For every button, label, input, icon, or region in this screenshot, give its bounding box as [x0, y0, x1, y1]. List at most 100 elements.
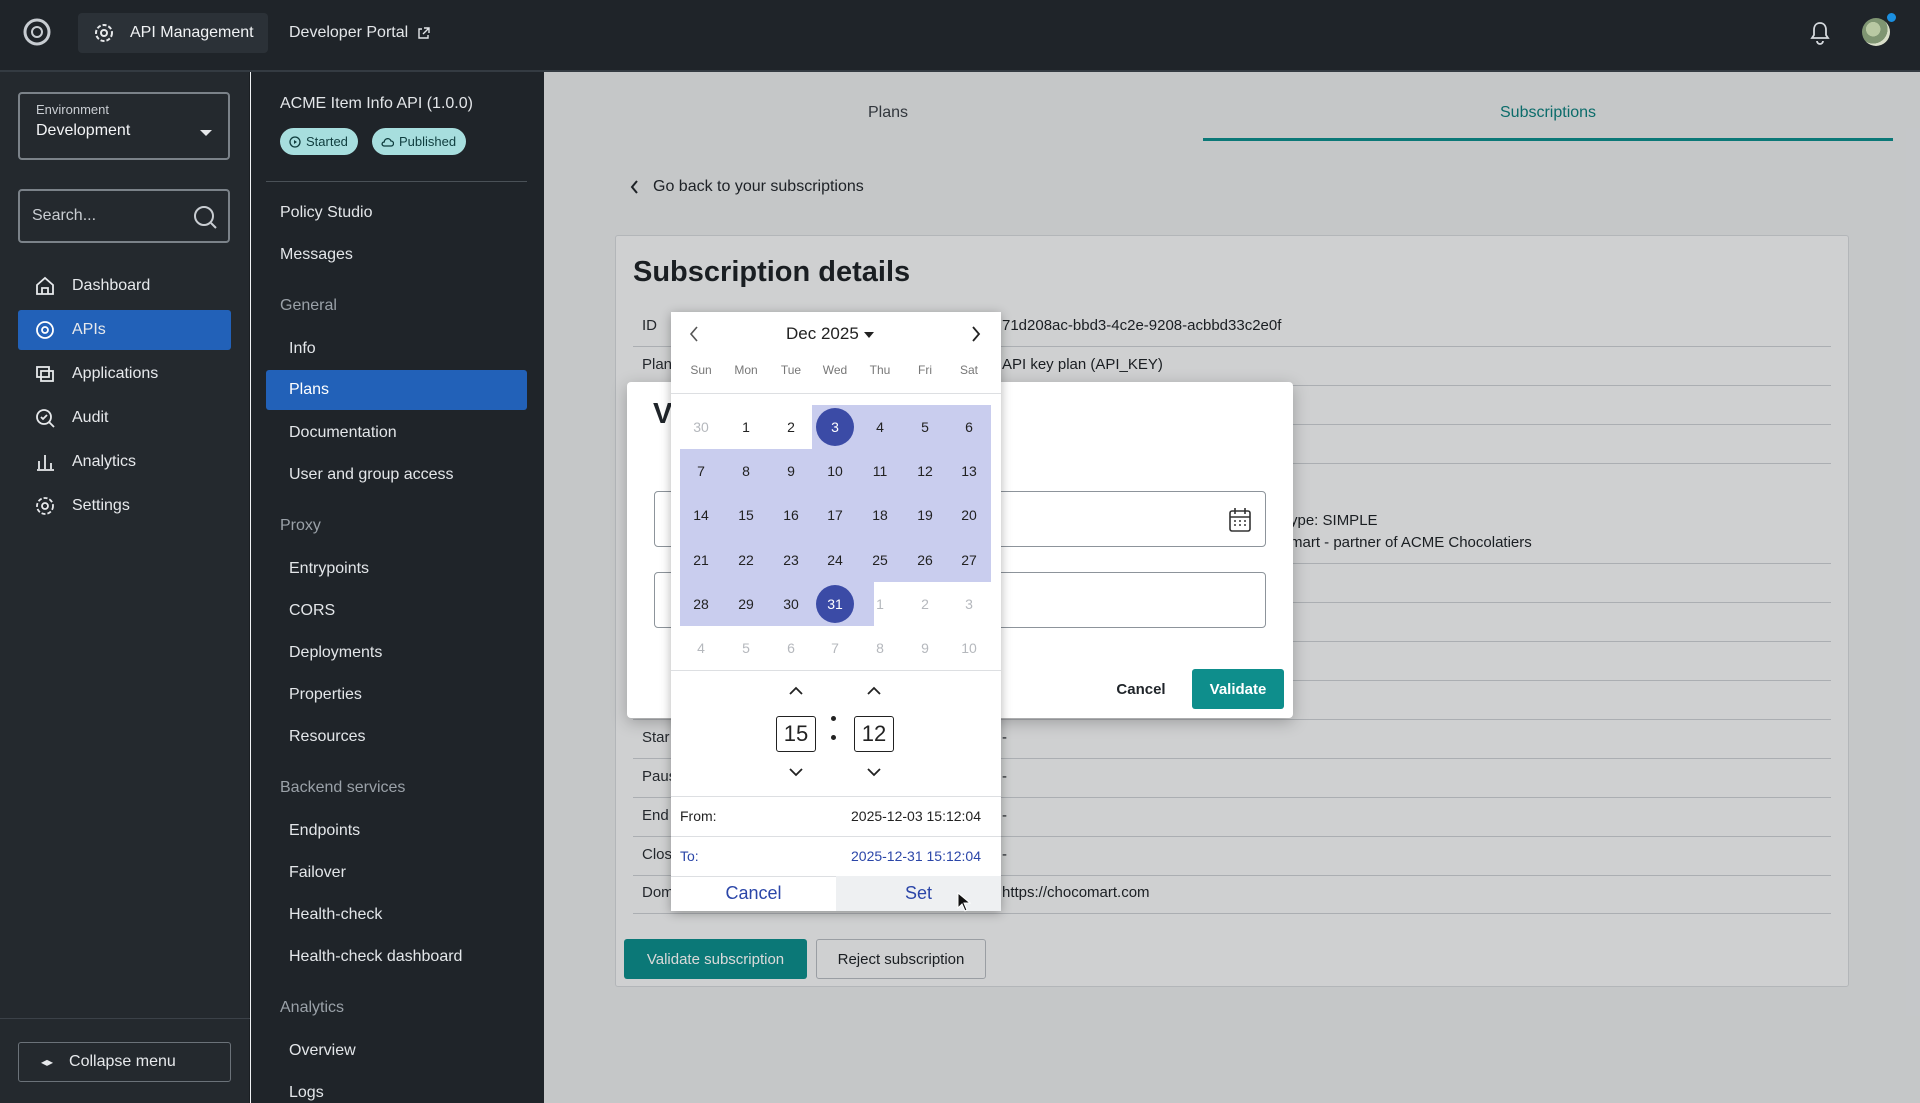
nav-cors[interactable]: CORS [266, 591, 527, 631]
calendar-day[interactable]: 27 [947, 538, 991, 582]
calendar-day[interactable]: 9 [769, 449, 813, 493]
nav-health-check[interactable]: Health-check [266, 895, 527, 935]
nav-health-check-dashboard[interactable]: Health-check dashboard [266, 937, 527, 977]
calendar-day[interactable]: 2 [903, 582, 947, 626]
nav-resources[interactable]: Resources [266, 717, 527, 757]
calendar-day[interactable]: 6 [769, 626, 813, 670]
calendar-day[interactable]: 21 [679, 538, 723, 582]
nav-info[interactable]: Info [266, 329, 527, 369]
nav-documentation[interactable]: Documentation [266, 413, 527, 453]
notifications-bell-icon[interactable] [1808, 20, 1832, 46]
chevron-left-icon[interactable] [689, 326, 699, 342]
calendar-day[interactable]: 24 [813, 538, 857, 582]
play-circle-icon [289, 135, 301, 148]
weekday-label: Tue [780, 363, 802, 377]
calendar-day[interactable]: 2 [769, 405, 813, 449]
calendar-day[interactable]: 17 [813, 493, 857, 537]
hour-input[interactable]: 15 [776, 716, 816, 752]
calendar-day[interactable]: 15 [724, 493, 768, 537]
dialog-cancel-button[interactable]: Cancel [1101, 669, 1181, 709]
calendar-day[interactable]: 19 [903, 493, 947, 537]
app-logo-icon[interactable] [20, 15, 54, 49]
calendar-day[interactable]: 20 [947, 493, 991, 537]
chevron-right-icon[interactable] [971, 326, 981, 342]
calendar-day[interactable]: 7 [679, 449, 723, 493]
collapse-icon: ◂▸ [41, 1055, 54, 1069]
from-label: From: [680, 808, 717, 824]
minute-up-chevron-icon[interactable] [866, 686, 882, 696]
calendar-day[interactable]: 25 [858, 538, 902, 582]
sidebar-item-settings[interactable]: Settings [18, 486, 231, 526]
app-switcher[interactable]: API Management [78, 13, 268, 53]
calendar-day[interactable]: 11 [858, 449, 902, 493]
nav-plans[interactable]: Plans [266, 370, 527, 410]
to-label: To: [680, 848, 699, 864]
environment-select[interactable]: Environment Development [18, 92, 230, 160]
calendar-day[interactable]: 13 [947, 449, 991, 493]
api-title: ACME Item Info API (1.0.0) [280, 95, 473, 112]
calendar-day[interactable]: 9 [903, 626, 947, 670]
picker-divider [671, 393, 1001, 394]
gear-icon [36, 497, 54, 515]
calendar-day[interactable]: 26 [903, 538, 947, 582]
nav-messages[interactable]: Messages [266, 235, 527, 275]
calendar-day[interactable]: 1 [858, 582, 902, 626]
hour-down-chevron-icon[interactable] [788, 767, 804, 777]
calendar-day[interactable]: 22 [724, 538, 768, 582]
analytics-icon [37, 455, 54, 471]
calendar-day[interactable]: 18 [858, 493, 902, 537]
calendar-day[interactable]: 8 [724, 449, 768, 493]
sidebar-item-dashboard[interactable]: Dashboard [18, 266, 231, 306]
calendar-day[interactable]: 29 [724, 582, 768, 626]
calendar-day[interactable]: 23 [769, 538, 813, 582]
nav-user-group-access[interactable]: User and group access [266, 455, 527, 495]
user-avatar[interactable] [1862, 18, 1890, 46]
calendar-day[interactable]: 1 [724, 405, 768, 449]
calendar-day[interactable]: 6 [947, 405, 991, 449]
calendar-day-selected[interactable]: 3 [816, 408, 854, 446]
minute-down-chevron-icon[interactable] [866, 767, 882, 777]
picker-set-button[interactable]: Set [836, 876, 1001, 911]
calendar-day[interactable]: 5 [903, 405, 947, 449]
sidebar-item-analytics[interactable]: Analytics [18, 442, 231, 482]
hour-up-chevron-icon[interactable] [788, 686, 804, 696]
calendar-day[interactable]: 10 [813, 449, 857, 493]
calendar-day[interactable]: 4 [858, 405, 902, 449]
calendar-day[interactable]: 4 [679, 626, 723, 670]
picker-divider [671, 836, 1001, 837]
calendar-day[interactable]: 30 [769, 582, 813, 626]
calendar-day[interactable]: 16 [769, 493, 813, 537]
calendar-day[interactable]: 3 [947, 582, 991, 626]
nav-deployments[interactable]: Deployments [266, 633, 527, 673]
calendar-day[interactable]: 30 [679, 405, 723, 449]
calendar-day[interactable]: 5 [724, 626, 768, 670]
month-selector[interactable]: Dec 2025 [786, 324, 874, 344]
calendar-day[interactable]: 7 [813, 626, 857, 670]
calendar-day[interactable]: 14 [679, 493, 723, 537]
calendar-day[interactable]: 8 [858, 626, 902, 670]
calendar-icon[interactable] [1228, 507, 1252, 533]
developer-portal-link[interactable]: Developer Portal [289, 24, 430, 42]
calendar-day[interactable]: 10 [947, 626, 991, 670]
collapse-menu-button[interactable]: ◂▸ Collapse menu [18, 1042, 231, 1082]
sidebar-item-apis[interactable]: APIs [18, 310, 231, 350]
nav-endpoints[interactable]: Endpoints [266, 811, 527, 851]
weekday-label: Thu [869, 363, 891, 377]
nav-entrypoints[interactable]: Entrypoints [266, 549, 527, 589]
nav-properties[interactable]: Properties [266, 675, 527, 715]
dialog-validate-button[interactable]: Validate [1192, 669, 1284, 709]
time-separator [831, 712, 837, 746]
picker-cancel-button[interactable]: Cancel [671, 876, 836, 911]
nav-failover[interactable]: Failover [266, 853, 527, 893]
sidebar-item-applications[interactable]: Applications [18, 354, 231, 394]
search-placeholder: Search... [32, 207, 97, 224]
nav-logs[interactable]: Logs [266, 1073, 527, 1103]
nav-policy-studio[interactable]: Policy Studio [266, 193, 527, 233]
calendar-day[interactable]: 28 [679, 582, 723, 626]
sidebar-item-audit[interactable]: Audit [18, 398, 231, 438]
nav-overview[interactable]: Overview [266, 1031, 527, 1071]
search-input[interactable]: Search... [18, 189, 230, 243]
calendar-day[interactable]: 12 [903, 449, 947, 493]
calendar-day-selected[interactable]: 31 [816, 585, 854, 623]
minute-input[interactable]: 12 [854, 716, 894, 752]
